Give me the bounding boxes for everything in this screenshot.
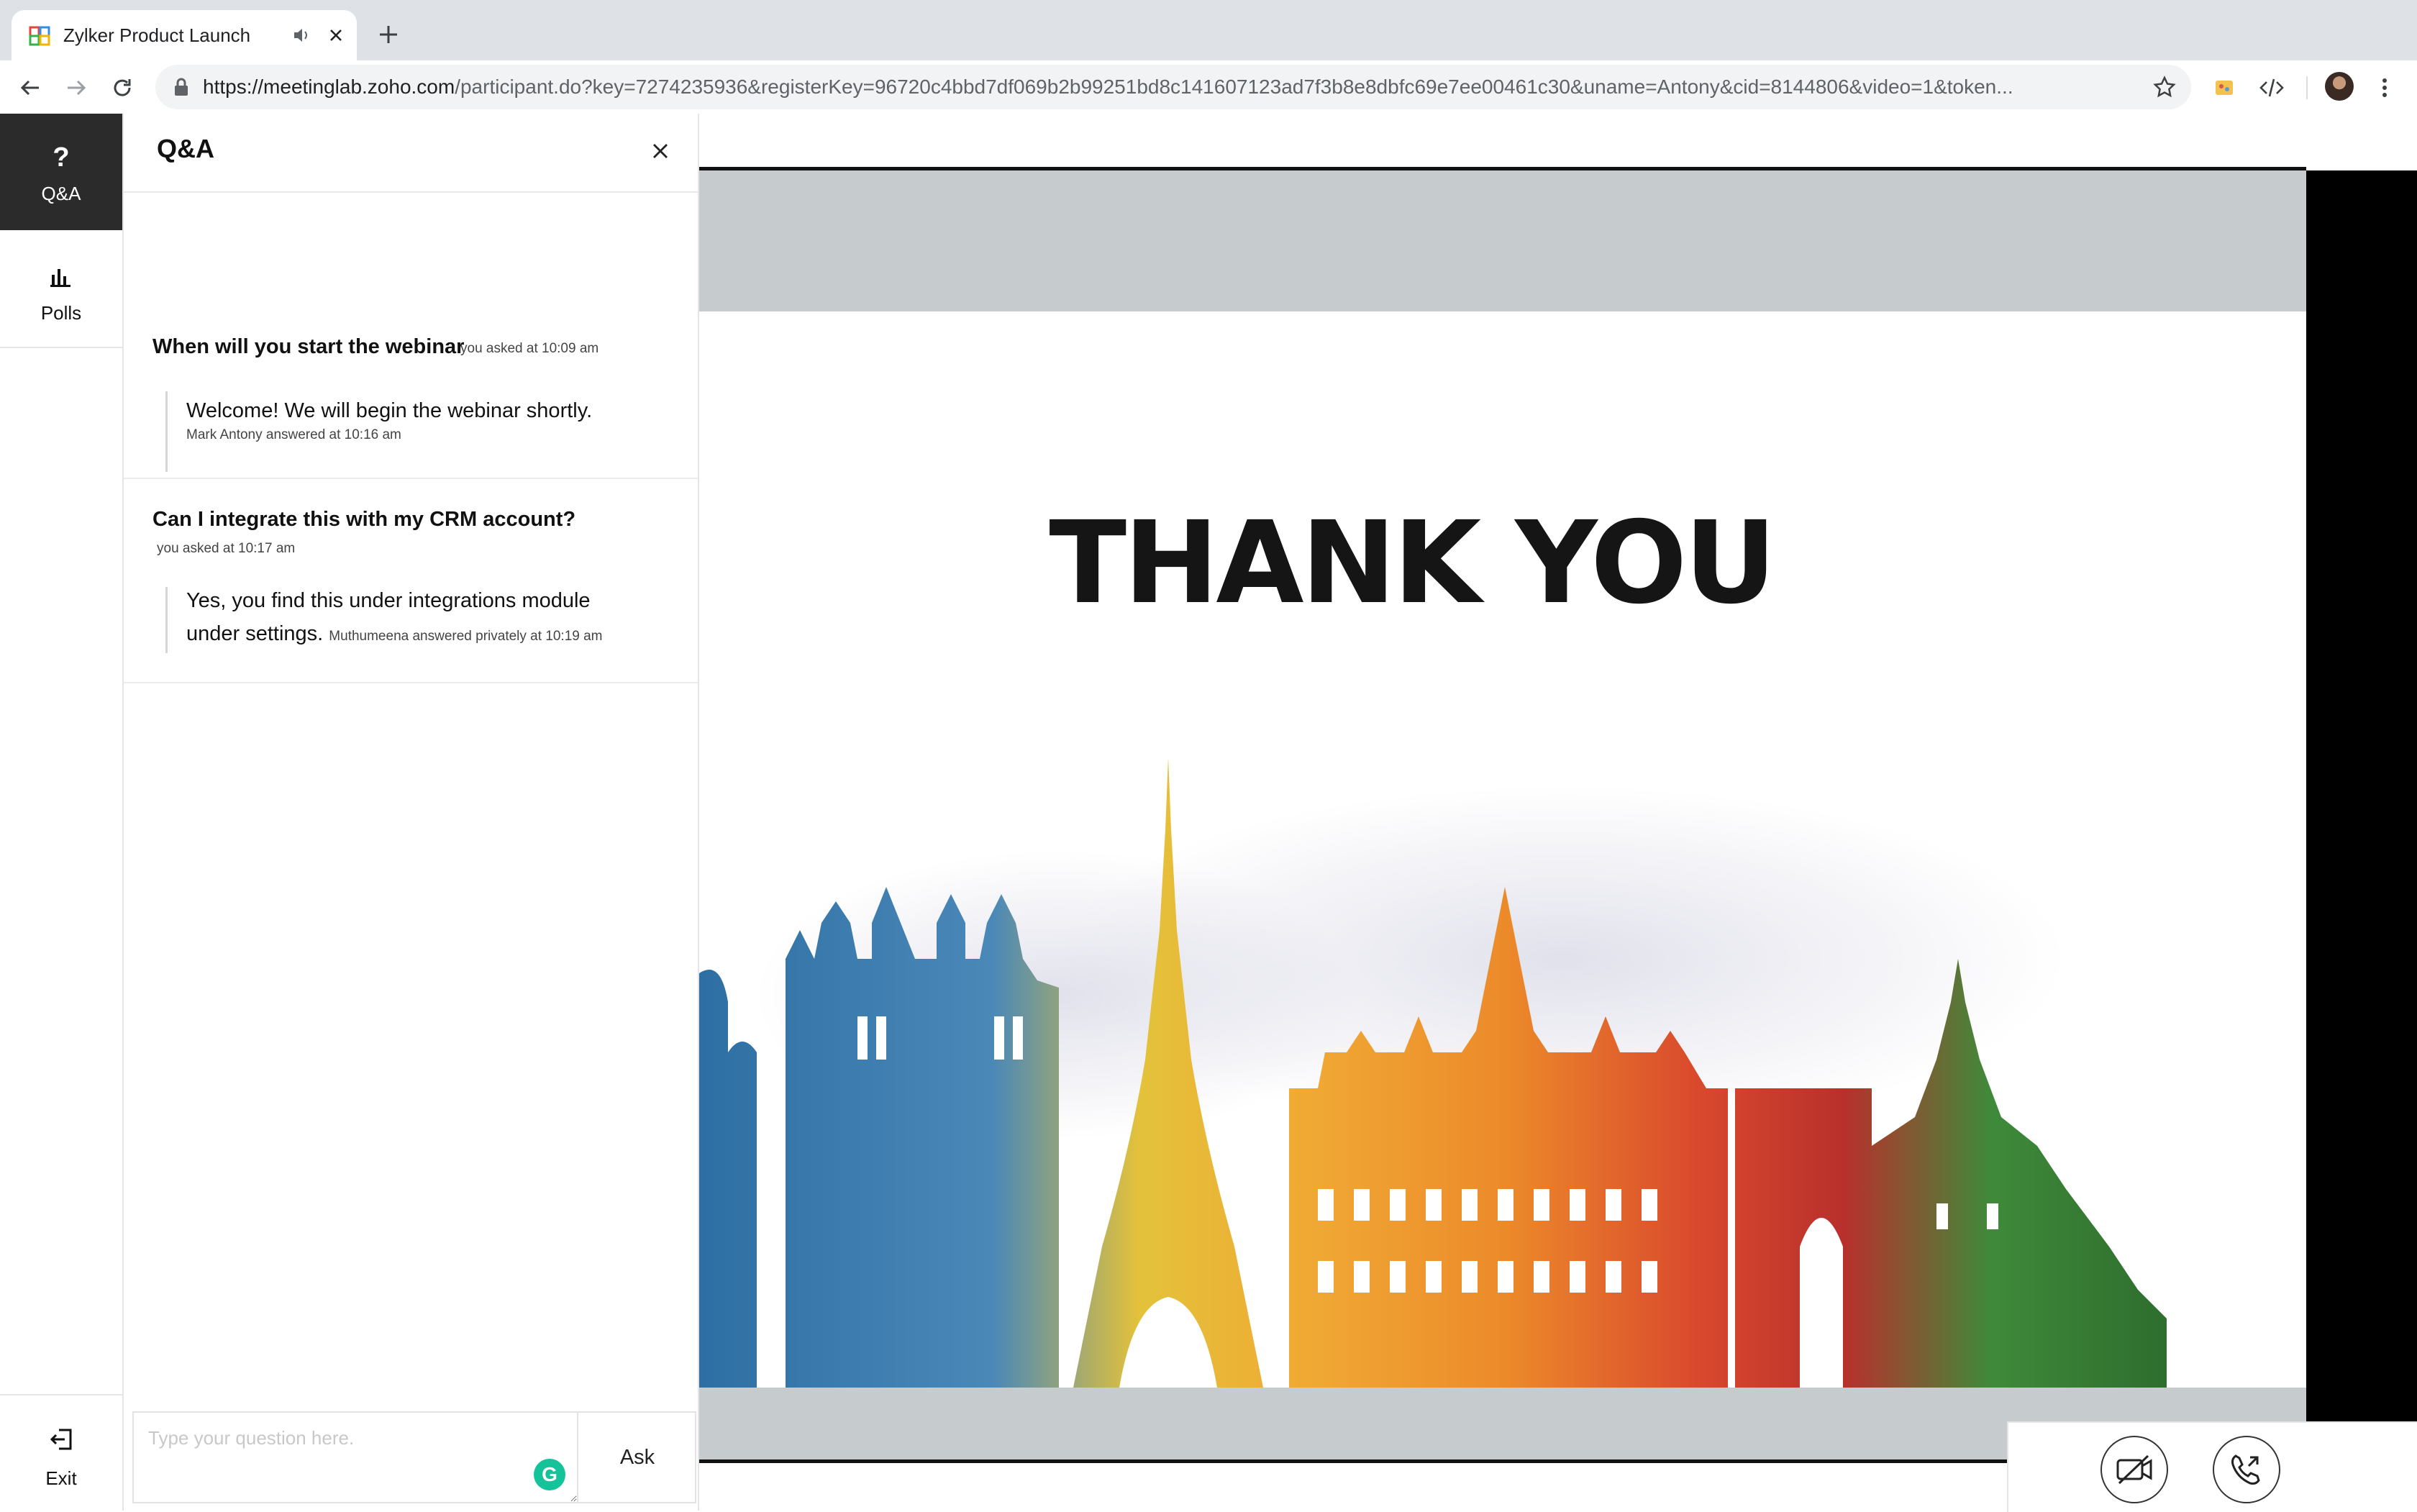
slide: THANK YOU (699, 170, 2306, 1459)
video-toggle-button[interactable] (2100, 1436, 2168, 1503)
exit-button[interactable]: Exit (0, 1394, 122, 1512)
close-icon[interactable] (649, 140, 672, 163)
meeting-controls (2007, 1421, 2417, 1512)
question-item: When will you start the webinar you aske… (124, 193, 698, 479)
close-tab-icon[interactable] (325, 24, 347, 46)
stage-border (699, 1459, 2008, 1463)
browser-tab-bar: Zylker Product Launch (0, 0, 2417, 60)
qa-panel: Q&A When will you start the webinar you … (124, 114, 699, 1511)
stage-letterbox (2306, 170, 2417, 1422)
paris-skyline-illustration (699, 757, 2167, 1388)
answer-meta: Mark Antony answered at 10:16 am (186, 427, 401, 442)
question-input[interactable] (134, 1413, 578, 1502)
question-meta: you asked at 10:09 am (460, 341, 599, 356)
question-text: Can I integrate this with my CRM account… (153, 508, 576, 531)
answer-block: Welcome! We will begin the webinar short… (165, 391, 675, 472)
presentation-stage: THANK YOU (699, 114, 2417, 1512)
lock-icon[interactable] (173, 78, 190, 96)
ask-box: G Ask (132, 1411, 696, 1503)
answer-meta: Muthumeena answered privately at 10:19 a… (329, 629, 603, 644)
new-tab-icon[interactable] (374, 20, 403, 49)
qa-title: Q&A (157, 134, 214, 163)
browser-tab[interactable]: Zylker Product Launch (12, 10, 357, 60)
qa-header: Q&A (124, 114, 698, 193)
sidebar-item-label: Q&A (41, 183, 81, 204)
question-item: Can I integrate this with my CRM account… (124, 479, 698, 683)
forward-arrow-icon[interactable] (62, 73, 91, 102)
url-host: https://meetinglab.zoho.com (203, 76, 455, 98)
speaker-icon[interactable] (291, 24, 312, 46)
url-text: https://meetinglab.zoho.com/participant.… (203, 65, 2102, 109)
bookmark-star-icon[interactable] (2152, 75, 2177, 99)
browser-toolbar: https://meetinglab.zoho.com/participant.… (0, 60, 2417, 114)
phone-icon (2231, 1454, 2260, 1485)
question-text: When will you start the webinar (153, 335, 465, 358)
code-icon[interactable] (2257, 75, 2286, 101)
grammarly-icon[interactable]: G (534, 1459, 565, 1490)
webinar-app: ? Q&A Polls Exit Q&A When will you start… (0, 114, 2417, 1512)
url-path: /participant.do?key=7274235936&registerK… (455, 76, 2013, 98)
slide-content: THANK YOU (699, 311, 2306, 1388)
bar-chart-icon (50, 269, 70, 287)
back-arrow-icon[interactable] (16, 73, 45, 102)
question-icon: ? (53, 142, 70, 173)
answer-text: Welcome! We will begin the webinar short… (186, 399, 593, 422)
answer-text-block: Yes, you find this under integrations mo… (186, 584, 647, 653)
slide-heading: THANK YOU (1049, 497, 1776, 629)
answer-block: Yes, you find this under integrations mo… (165, 587, 647, 653)
reload-icon[interactable] (108, 73, 137, 102)
zoho-favicon-icon (29, 26, 50, 46)
profile-avatar[interactable] (2325, 72, 2354, 101)
tab-title: Zylker Product Launch (63, 24, 251, 46)
left-sidebar: ? Q&A Polls Exit (0, 114, 124, 1511)
ask-button[interactable]: Ask (580, 1413, 695, 1502)
exit-icon (50, 1429, 72, 1450)
video-off-icon (2116, 1454, 2152, 1485)
question-meta: you asked at 10:17 am (157, 541, 296, 556)
sidebar-item-qa[interactable]: ? Q&A (0, 114, 122, 230)
exit-label: Exit (45, 1467, 77, 1489)
more-menu-icon[interactable] (2374, 75, 2395, 101)
sidebar-item-polls[interactable]: Polls (0, 230, 122, 348)
sidebar-item-label: Polls (40, 302, 82, 324)
toolbar-divider (2306, 76, 2308, 99)
extension-icon[interactable] (2211, 75, 2237, 101)
address-bar[interactable]: https://meetinglab.zoho.com/participant.… (155, 65, 2191, 109)
call-button[interactable] (2213, 1436, 2280, 1503)
